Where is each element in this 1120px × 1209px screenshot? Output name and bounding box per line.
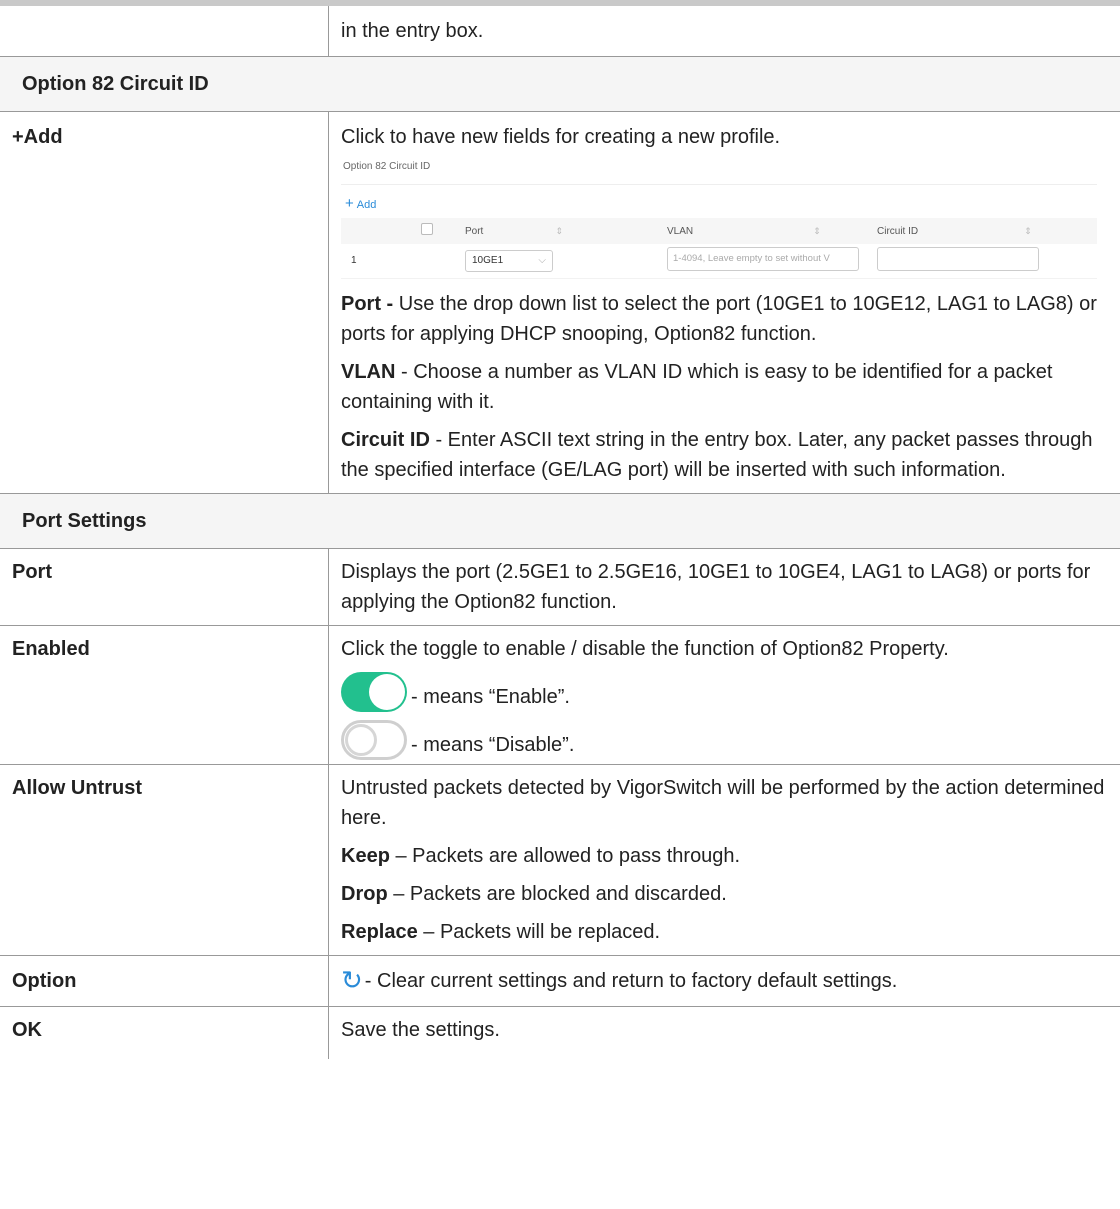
row-description: Click to have new fields for creating a … <box>328 111 1120 494</box>
row-description: Click the toggle to enable / disable the… <box>328 625 1120 765</box>
row-description: Untrusted packets detected by VigorSwitc… <box>328 764 1120 956</box>
chevron-down-icon: ⌵ <box>538 255 546 266</box>
table-row: Port Displays the port (2.5GE1 to 2.5GE1… <box>0 548 1120 626</box>
row-label: Allow Untrust <box>0 764 329 956</box>
option82-screenshot: Option 82 Circuit ID + Add Port ⇕ VLAN ⇕ Ci… <box>341 156 1097 279</box>
add-button-label: Add <box>356 199 377 211</box>
section-title: Option 82 Circuit ID <box>0 56 1120 112</box>
vlan-paragraph: VLAN - Choose a number as VLAN ID which … <box>341 361 1053 413</box>
term: Replace <box>341 921 418 943</box>
term: Circuit ID <box>341 429 430 451</box>
table-row: Enabled Click the toggle to enable / dis… <box>0 625 1120 765</box>
row-label: Port <box>0 548 329 626</box>
drop-paragraph: Drop – Packets are blocked and discarded… <box>341 883 727 905</box>
row-index: 1 <box>351 255 357 266</box>
row-description: Save the settings. <box>328 1006 1120 1059</box>
select-all-checkbox[interactable] <box>421 222 433 235</box>
enable-example: - means “Enable”. <box>341 664 1110 712</box>
row-label <box>0 6 329 57</box>
column-header-circuit-id: Circuit ID <box>877 225 919 237</box>
plus-icon: + <box>345 195 354 212</box>
toggle-on-icon <box>341 672 407 712</box>
table-row: Option ↻ - Clear current settings and ret… <box>0 955 1120 1007</box>
section-header: Option 82 Circuit ID <box>0 56 1120 112</box>
row-label: Enabled <box>0 625 329 765</box>
table-row: OK Save the settings. <box>0 1006 1120 1059</box>
refresh-icon: ↻ <box>341 965 363 995</box>
row-label: +Add <box>0 111 329 494</box>
add-button[interactable]: + Add <box>341 185 1097 218</box>
screenshot-title: Option 82 Circuit ID <box>341 156 1097 185</box>
parameter-table: in the entry box. Option 82 Circuit ID +… <box>0 6 1120 1059</box>
column-header-vlan: VLAN <box>667 225 694 237</box>
sort-icon[interactable]: ⇕ <box>1024 226 1032 236</box>
term: Keep <box>341 845 390 867</box>
circuit-id-input[interactable] <box>877 246 1039 271</box>
circuit-id-paragraph: Circuit ID - Enter ASCII text string in … <box>341 429 1093 481</box>
section-header: Port Settings <box>0 493 1120 549</box>
disable-example: - means “Disable”. <box>341 712 1110 760</box>
row-label: Option <box>0 955 329 1007</box>
toggle-off-icon <box>341 720 407 760</box>
table-row: Allow Untrust Untrusted packets detected… <box>0 764 1120 956</box>
screenshot-table-header: Port ⇕ VLAN ⇕ Circuit ID ⇕ <box>341 218 1097 244</box>
column-header-port: Port <box>465 225 484 237</box>
sort-icon[interactable]: ⇕ <box>813 226 821 236</box>
row-description: in the entry box. <box>341 20 484 42</box>
allow-description: Untrusted packets detected by VigorSwitc… <box>341 777 1105 829</box>
port-select-value: 10GE1 <box>472 255 504 266</box>
replace-paragraph: Replace – Packets will be replaced. <box>341 921 661 943</box>
enabled-description: Click the toggle to enable / disable the… <box>341 638 949 660</box>
keep-paragraph: Keep – Packets are allowed to pass throu… <box>341 845 741 867</box>
add-description: Click to have new fields for creating a … <box>341 126 781 148</box>
sort-icon[interactable]: ⇕ <box>555 226 563 236</box>
port-paragraph: Port - Use the drop down list to select … <box>341 293 1097 345</box>
term: Port - <box>341 293 394 315</box>
disable-caption: - means “Disable”. <box>411 734 575 756</box>
term: Drop <box>341 883 388 905</box>
row-description: Displays the port (2.5GE1 to 2.5GE16, 10… <box>328 548 1120 626</box>
table-row: +Add Click to have new fields for creati… <box>0 111 1120 494</box>
table-row: in the entry box. <box>0 6 1120 57</box>
vlan-input[interactable]: 1-4094, Leave empty to set without V <box>667 246 859 271</box>
enable-caption: - means “Enable”. <box>411 686 570 708</box>
section-title: Port Settings <box>0 493 1120 549</box>
table-row: 1 10GE1 ⌵ 1-4094, Leave empty to set with… <box>341 244 1097 279</box>
row-description: ↻ - Clear current settings and return to … <box>328 955 1120 1007</box>
row-label: OK <box>0 1006 329 1059</box>
term: VLAN <box>341 361 396 383</box>
port-select[interactable]: 10GE1 ⌵ <box>465 250 553 272</box>
document-page: in the entry box. Option 82 Circuit ID +… <box>0 0 1120 1059</box>
